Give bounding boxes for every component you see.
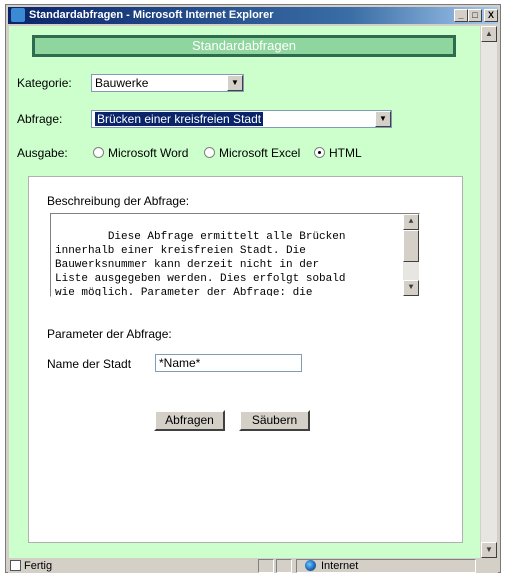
scroll-up-icon[interactable]: ▲ xyxy=(403,214,419,230)
abfrage-label: Abfrage: xyxy=(17,112,63,126)
stadt-label: Name der Stadt xyxy=(47,357,132,371)
close-button[interactable]: X xyxy=(484,9,498,22)
status-pane xyxy=(258,559,274,573)
title-bar[interactable]: Standardabfragen - Microsoft Internet Ex… xyxy=(8,7,498,24)
radio-excel[interactable] xyxy=(204,147,215,158)
status-pane xyxy=(276,559,292,573)
window-title: Standardabfragen - Microsoft Internet Ex… xyxy=(29,9,274,21)
status-bar: Fertig Internet xyxy=(8,559,498,573)
saeubern-button[interactable]: Säubern xyxy=(239,410,310,431)
browser-window: Standardabfragen - Microsoft Internet Ex… xyxy=(5,4,501,573)
scroll-thumb[interactable] xyxy=(403,230,419,262)
globe-icon xyxy=(305,560,316,571)
radio-excel-label: Microsoft Excel xyxy=(219,146,301,160)
kategorie-value: Bauwerke xyxy=(95,76,149,90)
kategorie-select[interactable]: Bauwerke ▼ xyxy=(91,74,244,92)
desc-scrollbar[interactable]: ▲ ▼ xyxy=(403,214,419,296)
page-scrollbar[interactable]: ▲ ▼ xyxy=(481,26,497,558)
page-title: Standardabfragen xyxy=(35,38,453,54)
query-panel: Beschreibung der Abfrage: Diese Abfrage … xyxy=(28,176,463,543)
scroll-up-icon[interactable]: ▲ xyxy=(481,26,497,42)
abfrage-select[interactable]: Brücken einer kreisfreien Stadt ▼ xyxy=(91,110,392,128)
desc-label: Beschreibung der Abfrage: xyxy=(47,194,190,208)
zone-label: Internet xyxy=(321,560,359,572)
scroll-down-icon[interactable]: ▼ xyxy=(481,542,497,558)
chevron-down-icon[interactable]: ▼ xyxy=(227,75,243,91)
radio-html-label: HTML xyxy=(329,146,362,160)
radio-html[interactable] xyxy=(314,147,325,158)
radio-word[interactable] xyxy=(93,147,104,158)
kategorie-label: Kategorie: xyxy=(17,76,72,90)
stadt-input[interactable]: *Name* xyxy=(155,354,302,372)
page-status-icon xyxy=(10,560,21,571)
desc-textarea[interactable]: Diese Abfrage ermittelt alle Brücken inn… xyxy=(50,213,420,297)
page-content: Standardabfragen Kategorie: Bauwerke ▼ A… xyxy=(9,26,480,558)
params-label: Parameter der Abfrage: xyxy=(47,327,172,341)
minimize-button[interactable]: _ xyxy=(454,9,468,22)
page-header: Standardabfragen xyxy=(32,35,456,57)
ausgabe-label: Ausgabe: xyxy=(17,146,68,160)
maximize-button[interactable]: □ xyxy=(468,9,482,22)
status-text: Fertig xyxy=(24,560,53,572)
abfragen-button[interactable]: Abfragen xyxy=(154,410,225,431)
scroll-down-icon[interactable]: ▼ xyxy=(403,280,419,296)
radio-word-label: Microsoft Word xyxy=(108,146,189,160)
desc-text: Diese Abfrage ermittelt alle Brücken inn… xyxy=(55,231,346,297)
ie-logo-icon xyxy=(11,8,25,22)
abfrage-value: Brücken einer kreisfreien Stadt xyxy=(95,112,264,126)
chevron-down-icon[interactable]: ▼ xyxy=(375,111,391,127)
